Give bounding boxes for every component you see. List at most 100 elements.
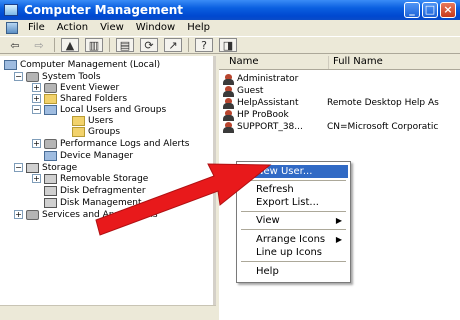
device-manager-icon — [44, 150, 57, 161]
maximize-button[interactable]: □ — [422, 2, 438, 18]
computer-icon — [4, 59, 17, 70]
user-row[interactable]: SUPPORT_38... CN=Microsoft Corporatic — [223, 121, 438, 133]
tree-item-label: Device Manager — [60, 150, 134, 161]
expand-icon[interactable]: + — [32, 139, 41, 148]
window-title: Computer Management — [24, 3, 183, 17]
user-name: Administrator — [237, 74, 299, 84]
defragmenter-icon — [44, 185, 57, 196]
tree-item-disk-defragmenter[interactable]: Disk Defragmenter — [44, 185, 146, 196]
system-tools-icon — [26, 71, 39, 82]
user-full-name: Remote Desktop Help As — [327, 98, 439, 108]
show-hide-tree-icon[interactable]: ▥ — [85, 38, 103, 52]
export-list-icon[interactable]: ↗ — [164, 38, 182, 52]
system-menu-icon[interactable] — [6, 21, 18, 34]
tree-item-label: Performance Logs and Alerts — [60, 138, 190, 149]
tree-item-users[interactable]: Users — [72, 115, 113, 126]
title-bar: Computer Management _ □ × — [0, 0, 460, 20]
user-row[interactable]: Administrator — [223, 73, 327, 85]
menu-separator — [241, 229, 346, 230]
tree-item-services-applications[interactable]: + Services and Applications — [14, 209, 158, 220]
tree-root-label: Computer Management (Local) — [20, 59, 161, 70]
removable-storage-icon — [44, 173, 57, 184]
tree-item-removable-storage[interactable]: + Removable Storage — [32, 173, 148, 184]
tree-item-disk-management[interactable]: Disk Management — [44, 197, 141, 208]
user-row[interactable]: HP ProBook — [223, 109, 327, 121]
toolbar-separator — [188, 38, 189, 52]
tree-item-label: Users — [88, 115, 114, 126]
menu-item-line-up-icons[interactable]: Line up Icons — [239, 246, 348, 259]
help-icon[interactable]: ? — [195, 38, 213, 52]
menu-file[interactable]: File — [22, 22, 51, 33]
expand-icon[interactable]: + — [32, 174, 41, 183]
user-name: HP ProBook — [237, 110, 289, 120]
forward-arrow-icon[interactable]: ⇨ — [30, 38, 48, 52]
event-viewer-icon — [44, 82, 57, 93]
performance-icon — [44, 138, 57, 149]
tree-item-event-viewer[interactable]: + Event Viewer — [32, 82, 119, 93]
folder-icon — [72, 115, 85, 126]
disk-management-icon — [44, 197, 57, 208]
tree-item-shared-folders[interactable]: + Shared Folders — [32, 93, 127, 104]
menu-item-refresh[interactable]: Refresh — [239, 183, 348, 196]
menu-separator — [241, 211, 346, 212]
menu-item-new-user[interactable]: New User... — [239, 165, 348, 178]
menu-separator — [241, 180, 346, 181]
toolbar: ⇦ ⇨ ▲ ▥ ▤ ⟳ ↗ ? ◨ — [0, 36, 460, 54]
tree-item-storage[interactable]: − Storage — [14, 162, 77, 173]
back-arrow-icon[interactable]: ⇦ — [6, 38, 24, 52]
user-icon — [223, 109, 235, 121]
minimize-button[interactable]: _ — [404, 2, 420, 18]
computer-management-icon — [4, 4, 18, 16]
close-button[interactable]: × — [440, 2, 456, 18]
tree-item-label: Local Users and Groups — [60, 104, 167, 115]
collapse-icon[interactable]: − — [14, 72, 23, 81]
tree-item-device-manager[interactable]: Device Manager — [44, 150, 133, 161]
console-tree: Computer Management (Local) − System Too… — [0, 56, 216, 320]
expand-icon[interactable]: + — [14, 210, 23, 219]
tree-item-local-users-groups[interactable]: − Local Users and Groups — [32, 104, 166, 115]
tree-item-label: Disk Management — [60, 197, 142, 208]
up-folder-icon[interactable]: ▲ — [61, 38, 79, 52]
tree-item-system-tools[interactable]: − System Tools — [14, 71, 101, 82]
toolbar-separator — [54, 38, 55, 52]
user-full-name: CN=Microsoft Corporatic — [327, 122, 439, 132]
collapse-icon[interactable]: − — [14, 163, 23, 172]
submenu-arrow-icon: ▶ — [335, 235, 342, 244]
tree-item-label: Storage — [42, 162, 78, 173]
user-name: Guest — [237, 86, 264, 96]
services-icon — [26, 209, 39, 220]
menu-action[interactable]: Action — [51, 22, 94, 33]
tree-item-groups[interactable]: Groups — [72, 126, 120, 137]
menu-item-view[interactable]: View ▶ — [239, 214, 348, 227]
menu-item-view-label: View — [256, 215, 280, 226]
expand-icon[interactable]: + — [32, 83, 41, 92]
user-name: HelpAssistant — [237, 98, 299, 108]
menu-separator — [241, 261, 346, 262]
tree-root[interactable]: Computer Management (Local) — [4, 59, 160, 70]
user-row[interactable]: HelpAssistant Remote Desktop Help As — [223, 97, 439, 109]
refresh-icon[interactable]: ⟳ — [140, 38, 158, 52]
menu-item-export-list[interactable]: Export List... — [239, 196, 348, 209]
properties-icon[interactable]: ▤ — [116, 38, 134, 52]
tree-item-label: Removable Storage — [60, 173, 149, 184]
menu-view[interactable]: View — [94, 22, 130, 33]
folder-icon — [72, 126, 85, 137]
expand-icon[interactable]: + — [32, 94, 41, 103]
column-full-name[interactable]: Full Name — [329, 56, 383, 69]
horizontal-scrollbar[interactable] — [0, 305, 216, 320]
menu-help[interactable]: Help — [181, 22, 216, 33]
toolbar-separator — [109, 38, 110, 52]
menu-window[interactable]: Window — [130, 22, 181, 33]
menu-item-arrange-icons[interactable]: Arrange Icons ▶ — [239, 233, 348, 246]
menu-item-help[interactable]: Help — [239, 265, 348, 278]
help-topics-icon[interactable]: ◨ — [219, 38, 237, 52]
collapse-icon[interactable]: − — [32, 105, 41, 114]
tree-item-performance-logs[interactable]: + Performance Logs and Alerts — [32, 138, 189, 149]
tree-item-label: Event Viewer — [60, 82, 120, 93]
user-row[interactable]: Guest — [223, 85, 327, 97]
tree-item-label: System Tools — [42, 71, 101, 82]
column-header: Name Full Name — [219, 56, 460, 70]
user-name: SUPPORT_38... — [237, 122, 303, 132]
user-icon — [223, 121, 235, 133]
column-name[interactable]: Name — [219, 56, 329, 69]
